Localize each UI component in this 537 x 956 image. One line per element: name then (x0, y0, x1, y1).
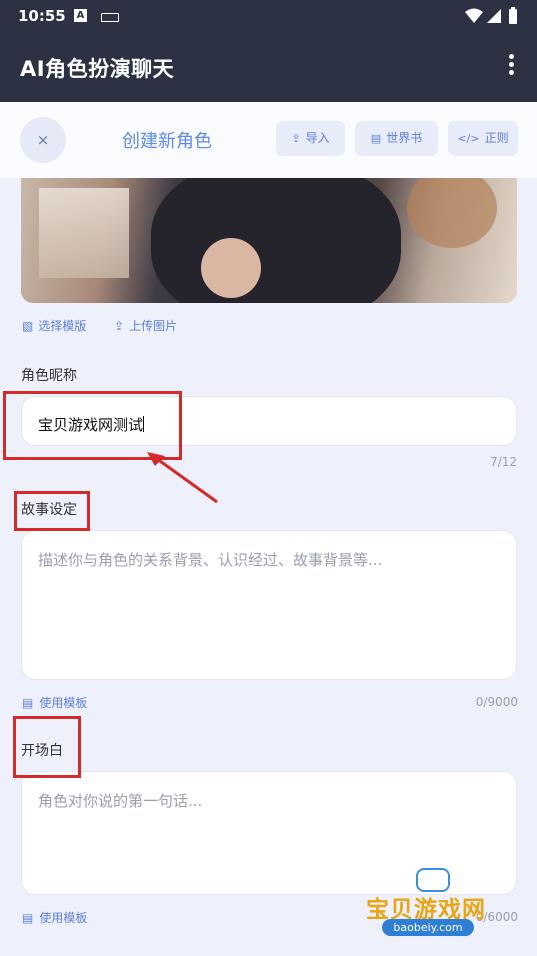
worldbook-label: 世界书 (386, 131, 423, 145)
page-title: 创建新角色 (122, 131, 212, 152)
app-bar: AI角色扮演聊天 (0, 32, 537, 102)
upload-image-link[interactable]: ⇪ 上传图片 (114, 317, 177, 334)
status-time: 10:55 (18, 7, 66, 25)
choose-template-label: 选择模版 (38, 319, 87, 333)
more-options-icon[interactable] (509, 54, 515, 78)
story-counter: 0/9000 (475, 695, 518, 709)
regex-label: 正则 (484, 131, 509, 145)
upload-icon: ⇪ (114, 319, 125, 333)
highlight-box-story (14, 491, 90, 531)
create-toolbar: × 创建新角色 ⇪ 导入 ▤ 世界书 </> 正则 (0, 102, 537, 178)
story-template-link[interactable]: ▤ 使用模板 (22, 694, 87, 711)
story-placeholder: 描述你与角色的关系背景、认识经过、故事背景等... (38, 551, 383, 569)
opening-template-label: 使用模板 (39, 911, 88, 925)
watermark-url: baobeiy.com (382, 919, 474, 936)
book-icon: ▤ (370, 132, 382, 145)
opening-placeholder: 角色对你说的第一句话... (38, 792, 203, 810)
upload-label: 上传图片 (129, 319, 178, 333)
arm-shape (201, 238, 261, 298)
code-icon: </> (457, 132, 480, 145)
choose-template-link[interactable]: ▧ 选择模版 (22, 317, 86, 334)
nickname-label: 角色昵称 (21, 368, 77, 384)
close-button[interactable]: × (20, 117, 66, 163)
document-icon: ▤ (22, 911, 34, 925)
worldbook-button[interactable]: ▤ 世界书 (355, 121, 438, 156)
story-textarea[interactable]: 描述你与角色的关系背景、认识经过、故事背景等... (21, 530, 517, 680)
signal-icon (487, 9, 501, 23)
wifi-icon (465, 8, 483, 23)
import-label: 导入 (305, 131, 330, 145)
highlight-box-opening (13, 716, 81, 778)
story-template-label: 使用模板 (39, 696, 88, 710)
notification-a-icon: A (74, 9, 87, 22)
annotation-arrow (147, 452, 218, 504)
battery-icon (509, 9, 517, 24)
import-button[interactable]: ⇪ 导入 (276, 121, 345, 156)
upload-icon: ⇪ (291, 132, 301, 145)
status-bar: 10:55 A (0, 0, 537, 32)
status-icons (465, 7, 517, 24)
document-icon: ▤ (22, 696, 34, 710)
hair-shape (407, 178, 497, 248)
nickname-counter: 7/12 (490, 455, 517, 469)
keyboard-icon (101, 13, 119, 22)
regex-button[interactable]: </> 正则 (448, 121, 518, 156)
opening-template-link[interactable]: ▤ 使用模板 (22, 909, 87, 926)
image-icon: ▧ (22, 319, 34, 333)
app-title: AI角色扮演聊天 (20, 57, 175, 81)
gamepad-icon (416, 868, 450, 892)
window-shape (39, 188, 129, 278)
figure-shape (151, 178, 401, 303)
character-image[interactable] (21, 178, 517, 303)
watermark-logo: 宝贝游戏网 baobeiy.com (360, 868, 510, 950)
